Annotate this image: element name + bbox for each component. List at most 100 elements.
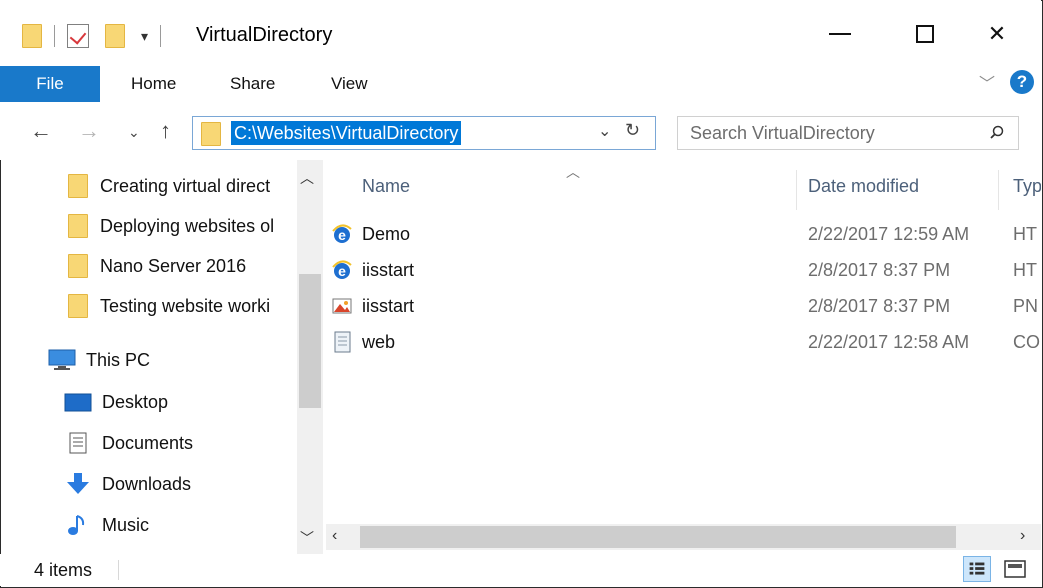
- file-type: CO: [1013, 332, 1040, 352]
- search-input[interactable]: Search VirtualDirectory: [690, 123, 875, 144]
- file-name: iisstart: [362, 296, 415, 316]
- file-type: HT: [1013, 260, 1037, 280]
- file-date: 2/22/2017 12:58 AM: [808, 332, 970, 352]
- quick-access-toolbar: ▾: [22, 20, 173, 52]
- minimize-icon: [829, 33, 851, 35]
- title-bar: ▾ VirtualDirectory ✕: [0, 0, 1041, 66]
- close-button[interactable]: ✕: [972, 12, 1022, 56]
- nav-item-downloads[interactable]: Downloads: [64, 468, 191, 500]
- file-date: 2/8/2017 8:37 PM: [808, 260, 951, 280]
- nav-item-desktop[interactable]: Desktop: [64, 386, 168, 418]
- nav-item-label: Creating virtual direct: [100, 175, 271, 196]
- nav-item-folder[interactable]: Deploying websites ol: [68, 210, 274, 242]
- recent-locations-icon[interactable]: ⌄: [128, 124, 140, 141]
- file-row[interactable]: e iisstart 2/8/2017 8:37 PM HT: [326, 256, 1041, 286]
- large-icons-view-icon[interactable]: [1002, 558, 1028, 580]
- column-divider[interactable]: [998, 170, 999, 210]
- details-view-icon[interactable]: [963, 556, 991, 582]
- properties-icon[interactable]: [67, 24, 89, 48]
- maximize-icon: [916, 25, 934, 43]
- folder-icon: [68, 294, 88, 318]
- tab-share[interactable]: Share: [230, 74, 275, 94]
- search-icon[interactable]: [990, 125, 1004, 139]
- up-icon[interactable]: ↑: [160, 118, 171, 144]
- file-name: web: [362, 332, 396, 352]
- search-box[interactable]: Search VirtualDirectory: [677, 116, 1019, 150]
- maximize-button[interactable]: [900, 12, 950, 56]
- folder-icon: [68, 174, 88, 198]
- column-header-date-modified[interactable]: Date modified: [808, 176, 919, 197]
- address-bar[interactable]: C:\Websites\VirtualDirectory ⌄ ↻: [192, 116, 656, 150]
- file-name: iisstart: [362, 260, 415, 280]
- status-bar: 4 items: [0, 554, 1041, 586]
- svg-text:e: e: [338, 263, 346, 279]
- folder-icon: [68, 254, 88, 278]
- nav-pane-scroll-thumb[interactable]: [299, 274, 321, 408]
- toolbar-separator: [160, 25, 162, 47]
- address-history-icon[interactable]: ⌄: [598, 121, 611, 141]
- nav-item-label: Documents: [102, 432, 194, 453]
- folder-icon: [201, 122, 221, 146]
- desktop-icon: [64, 393, 92, 412]
- customize-toolbar-icon[interactable]: ▾: [141, 28, 148, 45]
- column-header-name[interactable]: Name: [362, 176, 410, 197]
- close-icon: ✕: [987, 21, 1007, 46]
- config-file-icon: [334, 331, 351, 353]
- folder-icon: [22, 24, 42, 48]
- scroll-down-icon[interactable]: ﹀: [300, 528, 314, 548]
- nav-item-documents[interactable]: Documents: [64, 427, 193, 459]
- svg-text:e: e: [338, 227, 346, 243]
- nav-item-label: Downloads: [102, 473, 192, 494]
- folder-icon: [68, 214, 88, 238]
- expand-ribbon-icon[interactable]: ﹀: [979, 70, 995, 94]
- column-divider[interactable]: [796, 170, 797, 210]
- file-list-scroll-thumb[interactable]: [360, 526, 956, 548]
- file-name: Demo: [362, 224, 411, 244]
- nav-item-folder[interactable]: Testing website worki: [68, 290, 270, 322]
- new-folder-icon[interactable]: [105, 24, 125, 48]
- file-date: 2/8/2017 8:37 PM: [808, 296, 951, 316]
- file-row[interactable]: iisstart 2/8/2017 8:37 PM PN: [326, 292, 1041, 322]
- file-date: 2/22/2017 12:59 AM: [808, 224, 970, 244]
- scroll-right-icon[interactable]: ›: [1020, 527, 1025, 545]
- computer-icon: [48, 349, 76, 370]
- file-list: ︿ Name Date modified Typ e Demo 2/22/201…: [326, 160, 1041, 554]
- forward-icon[interactable]: →: [78, 118, 100, 144]
- nav-item-music[interactable]: Music: [64, 509, 149, 541]
- navigation-pane: Creating virtual direct Deploying websit…: [0, 160, 326, 554]
- file-row[interactable]: web 2/22/2017 12:58 AM CO: [326, 328, 1041, 358]
- png-image-icon: [332, 298, 352, 314]
- help-icon[interactable]: ?: [1010, 70, 1034, 94]
- scroll-left-icon[interactable]: ‹: [332, 527, 337, 545]
- file-row[interactable]: e Demo 2/22/2017 12:59 AM HT: [326, 220, 1041, 250]
- nav-item-label: Testing website worki: [100, 295, 271, 316]
- file-type: PN: [1013, 296, 1039, 316]
- status-separator: [118, 560, 119, 580]
- refresh-icon[interactable]: ↻: [625, 120, 640, 141]
- toolbar-separator: [54, 25, 55, 47]
- ribbon: File Home Share View ﹀ ?: [0, 66, 1041, 104]
- nav-item-label: Music: [102, 514, 150, 535]
- ie-html-icon: e: [332, 260, 352, 279]
- nav-item-folder[interactable]: Nano Server 2016: [68, 250, 246, 282]
- nav-item-this-pc[interactable]: This PC: [48, 344, 150, 376]
- tab-file[interactable]: File: [0, 66, 100, 102]
- scroll-up-icon[interactable]: ︿: [300, 168, 314, 188]
- ie-html-icon: e: [332, 224, 352, 243]
- nav-item-label: This PC: [86, 349, 151, 370]
- address-path[interactable]: C:\Websites\VirtualDirectory: [231, 121, 462, 145]
- tab-view[interactable]: View: [331, 74, 368, 94]
- documents-icon: [69, 432, 87, 454]
- nav-item-folder[interactable]: Creating virtual direct: [68, 170, 270, 202]
- item-count: 4 items: [34, 560, 93, 580]
- tab-home[interactable]: Home: [131, 74, 176, 94]
- back-icon[interactable]: ←: [30, 118, 52, 144]
- column-header-type[interactable]: Typ: [1013, 176, 1041, 197]
- minimize-button[interactable]: [815, 12, 865, 56]
- nav-item-label: Deploying websites ol: [100, 215, 275, 236]
- downloads-icon: [67, 473, 89, 494]
- nav-item-label: Desktop: [102, 391, 169, 412]
- nav-item-label: Nano Server 2016: [100, 255, 247, 276]
- window-title: VirtualDirectory: [196, 24, 333, 46]
- sort-ascending-icon: ︿: [566, 164, 580, 180]
